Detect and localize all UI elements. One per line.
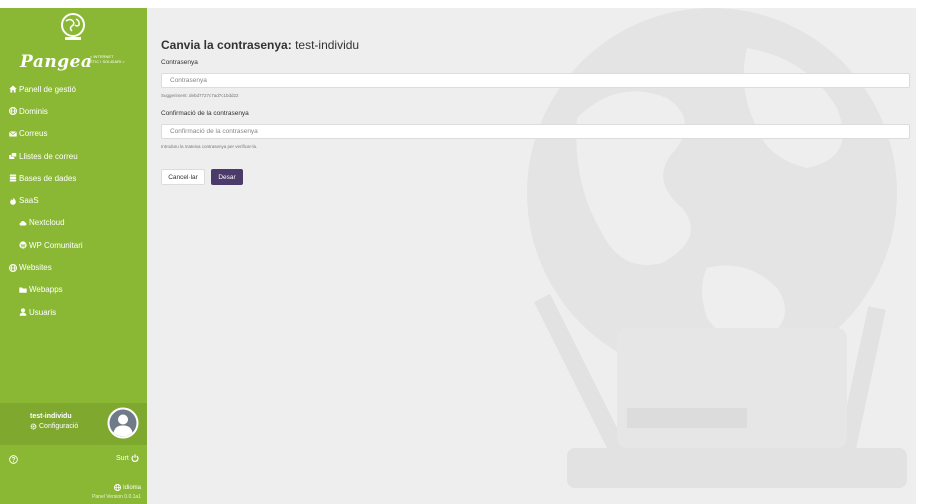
sidebar-item-llistes[interactable]: Llistes de correu [0, 145, 147, 167]
sidebar-item-label: Usuaris [29, 307, 57, 317]
power-icon [131, 454, 139, 462]
sidebar-item-label: SaaS [19, 196, 39, 206]
mail-bulk-icon [8, 152, 17, 160]
username: test-individu [30, 413, 72, 420]
cloud-icon [18, 219, 27, 227]
sidebar-item-panell[interactable]: Panell de gestió [0, 78, 147, 100]
brand-tagline: < INTERNET ÈTIC I SOLIDARI > [90, 54, 125, 64]
user-box: test-individu Configuració [0, 403, 147, 445]
password-suggestion: Suggeriment: debd7727c7ad7c1bdd22 [161, 93, 239, 98]
home-icon [8, 85, 17, 93]
sidebar-item-saas[interactable]: SaaS [0, 189, 147, 211]
save-button[interactable]: Desar [211, 169, 243, 185]
globe-icon [8, 107, 17, 116]
sidebar-item-label: Bases de dades [19, 173, 77, 183]
folder-icon [18, 286, 27, 294]
page-title-user: test-individu [295, 38, 360, 52]
sidebar-item-bases[interactable]: Bases de dades [0, 167, 147, 189]
sidebar-item-wp-comunitari[interactable]: WP Comunitari [0, 234, 147, 256]
sidebar-item-label: Websites [19, 263, 52, 273]
sidebar-item-label: Dominis [19, 106, 48, 116]
sidebar-menu: Panell de gestió Dominis Correus Llistes… [0, 78, 147, 323]
cancel-button[interactable]: Cancel·lar [161, 169, 205, 185]
avatar-icon[interactable] [107, 407, 139, 439]
help-icon[interactable] [9, 455, 18, 464]
password-input[interactable] [161, 73, 910, 88]
envelope-icon [8, 130, 17, 138]
sidebar-item-label: WP Comunitari [29, 240, 83, 250]
logout-link[interactable]: Surt [116, 454, 139, 462]
confirm-password-label: Confirmació de la contrasenya [161, 110, 249, 117]
fire-icon [8, 196, 17, 205]
password-label: Contrasenya [161, 59, 198, 66]
sidebar-item-usuaris[interactable]: Usuaris [0, 301, 147, 323]
language-label: Idioma [122, 484, 141, 491]
sidebar-item-websites[interactable]: Websites [0, 256, 147, 278]
globe-logo-icon [61, 13, 85, 40]
gear-icon [30, 423, 37, 430]
sidebar: Pangea < INTERNET ÈTIC I SOLIDARI > Pane… [0, 8, 147, 504]
globe-icon [113, 484, 121, 491]
page-title-prefix: Canvia la contrasenya: [161, 38, 292, 52]
panel-version: Panel Version 0.0.1a1 [92, 494, 141, 500]
globe-icon [8, 263, 17, 272]
brand-name: Pangea [20, 52, 93, 72]
logout-label: Surt [116, 454, 129, 462]
language-selector[interactable]: Idioma [113, 484, 141, 491]
settings-link[interactable]: Configuració [30, 423, 78, 430]
sidebar-item-correus[interactable]: Correus [0, 123, 147, 145]
tagline-line-2: ÈTIC I SOLIDARI > [90, 59, 125, 64]
sidebar-item-label: Panell de gestió [19, 84, 76, 94]
database-icon [8, 174, 17, 182]
pangea-logo[interactable]: Pangea < INTERNET ÈTIC I SOLIDARI > [0, 8, 147, 80]
sidebar-item-label: Nextcloud [29, 218, 65, 228]
wordpress-icon [18, 241, 27, 249]
sidebar-item-label: Webapps [29, 285, 63, 295]
page-title: Canvia la contrasenya: test-individu [161, 38, 359, 52]
sidebar-item-dominis[interactable]: Dominis [0, 100, 147, 122]
confirm-password-hint: Introduïu la mateixa contrasenya per ver… [161, 144, 258, 149]
main-content: Canvia la contrasenya: test-individu Con… [147, 8, 916, 504]
sidebar-item-label: Correus [19, 129, 48, 139]
sidebar-item-webapps[interactable]: Webapps [0, 279, 147, 301]
settings-label: Configuració [39, 423, 79, 430]
sidebar-item-nextcloud[interactable]: Nextcloud [0, 212, 147, 234]
user-icon [18, 308, 27, 316]
confirm-password-input[interactable] [161, 124, 910, 139]
sidebar-item-label: Llistes de correu [19, 151, 78, 161]
